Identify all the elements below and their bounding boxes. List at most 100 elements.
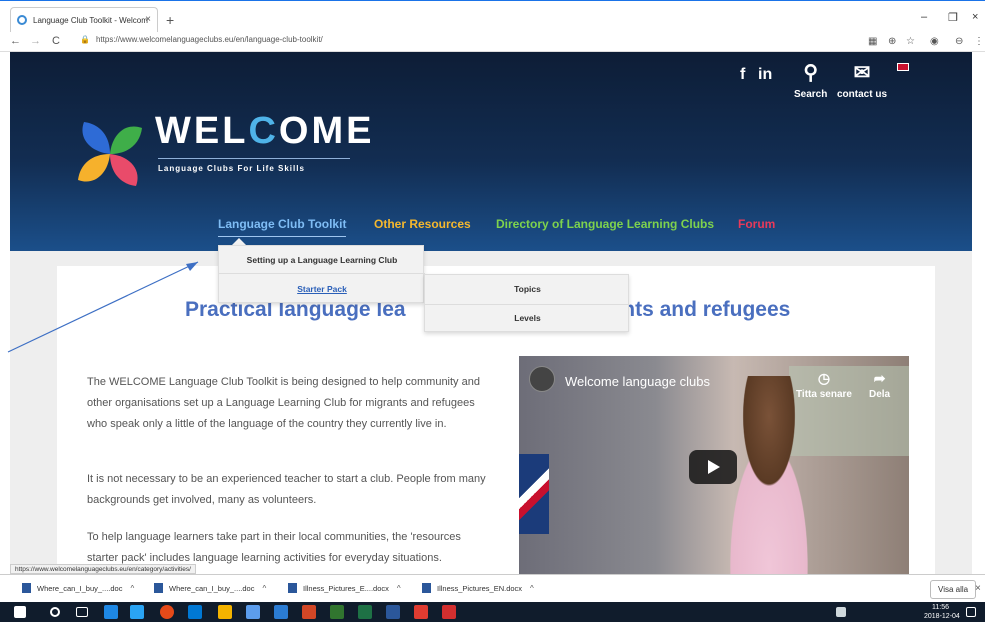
store-icon[interactable] — [246, 605, 260, 619]
browser-tab[interactable]: Language Club Toolkit - Welcom × — [10, 7, 158, 33]
word-doc-icon — [154, 583, 163, 593]
download-filename: Illness_Pictures_E....docx — [303, 583, 389, 593]
download-item[interactable]: Where_can_I_buy_....doc ^ — [22, 583, 134, 593]
nav-directory[interactable]: Directory of Language Learning Clubs — [496, 217, 714, 231]
powerpoint-icon[interactable] — [302, 605, 316, 619]
video-player[interactable]: Welcome language clubs ◷ Titta senare ➦ … — [519, 356, 909, 574]
taskbar-time[interactable]: 11:56 — [932, 604, 949, 611]
logo-wordmark-part: OME — [278, 110, 375, 152]
bookmark-star-icon[interactable]: ☆ — [906, 36, 915, 47]
menu-separator — [219, 273, 425, 274]
video-flag — [519, 454, 549, 534]
menu-icon[interactable]: ⋮ — [974, 36, 984, 47]
logo-wordmark: WELCOME — [155, 110, 374, 153]
downloads-close-icon[interactable]: × — [975, 583, 981, 594]
nav-forum[interactable]: Forum — [738, 217, 775, 231]
chrome-icon[interactable] — [160, 605, 174, 619]
logo-tagline: Language Clubs For Life Skills — [158, 164, 305, 173]
menu-item-setting-up[interactable]: Setting up a Language Learning Club — [219, 255, 425, 265]
edge-icon[interactable] — [104, 605, 118, 619]
linkedin-icon[interactable]: in — [758, 66, 772, 84]
acrobat-icon[interactable] — [442, 605, 456, 619]
task-view-icon[interactable] — [76, 607, 88, 617]
starter-pack-submenu: Topics Levels — [424, 274, 630, 332]
submenu-item-levels[interactable]: Levels — [425, 313, 630, 323]
submenu-item-topics[interactable]: Topics — [425, 284, 630, 294]
video-title[interactable]: Welcome language clubs — [565, 374, 710, 389]
search-icon[interactable] — [50, 607, 60, 617]
windows-start-icon[interactable] — [14, 606, 26, 618]
share-label: Dela — [869, 389, 891, 400]
reload-button[interactable]: C — [52, 35, 60, 47]
contact-button[interactable]: ✉ contact us — [837, 60, 887, 100]
show-all-button[interactable]: Visa alla — [930, 580, 977, 599]
nav-other-resources[interactable]: Other Resources — [374, 217, 471, 231]
chevron-up-icon[interactable]: ^ — [262, 584, 266, 593]
tab-close-icon[interactable]: × — [145, 14, 151, 25]
watch-later-button[interactable]: ◷ Titta senare — [796, 370, 852, 400]
word-doc-icon — [422, 583, 431, 593]
maximize-button[interactable]: ❐ — [948, 11, 958, 24]
minimize-button[interactable]: – — [921, 11, 927, 23]
clock-icon: ◷ — [817, 370, 831, 386]
pocket-icon[interactable] — [414, 605, 428, 619]
share-button[interactable]: ➦ Dela — [869, 370, 890, 400]
download-item[interactable]: Illness_Pictures_EN.docx ^ — [422, 583, 534, 593]
word-doc-icon — [288, 583, 297, 593]
excel-icon[interactable] — [358, 605, 372, 619]
url-field[interactable]: 🔒 https://www.welcomelanguageclubs.eu/en/… — [80, 35, 323, 44]
nav-active-underline — [218, 236, 346, 237]
address-bar: ← → C 🔒 https://www.welcomelanguageclubs.… — [0, 32, 985, 52]
dropdown-caret — [232, 238, 246, 245]
outlook-icon[interactable] — [188, 605, 202, 619]
windows-taskbar: 11:56 2018-12-04 — [0, 602, 985, 622]
nav-language-club-toolkit[interactable]: Language Club Toolkit — [218, 217, 346, 231]
forward-button[interactable]: → — [30, 35, 41, 47]
profile-icon[interactable]: ⊖ — [955, 36, 963, 47]
system-tray-icons[interactable] — [836, 607, 846, 617]
taskbar-date[interactable]: 2018-12-04 — [924, 613, 960, 620]
logo-divider — [158, 158, 350, 159]
project-icon[interactable] — [330, 605, 344, 619]
envelope-icon: ✉ — [853, 62, 871, 84]
logo-wordmark-part: WEL — [155, 110, 249, 152]
submenu-separator — [425, 304, 630, 305]
channel-avatar[interactable] — [529, 366, 555, 392]
file-explorer-icon[interactable] — [218, 605, 232, 619]
back-button[interactable]: ← — [10, 35, 21, 47]
menu-item-starter-pack[interactable]: Starter Pack — [219, 284, 425, 294]
facebook-icon[interactable]: f — [740, 66, 745, 84]
uk-flag-icon[interactable] — [897, 63, 909, 71]
search-icon: ⚲ — [803, 62, 818, 84]
download-item[interactable]: Where_can_I_buy_....doc ^ — [154, 583, 266, 593]
chevron-up-icon[interactable]: ^ — [130, 584, 134, 593]
teacher-paragraph: It is not necessary to be an experienced… — [87, 473, 486, 506]
onedrive-icon[interactable] — [274, 605, 288, 619]
status-url: https://www.welcomelanguageclubs.eu/en/c… — [10, 564, 196, 574]
translate-icon[interactable]: ▦ — [868, 36, 877, 47]
downloads-bar: Where_can_I_buy_....doc ^ Where_can_I_buy… — [0, 574, 985, 602]
site-favicon-icon — [17, 15, 27, 25]
share-arrow-icon: ➦ — [873, 370, 886, 386]
window-close-button[interactable]: × — [972, 11, 978, 23]
watch-later-label: Titta senare — [796, 389, 852, 400]
extension-icon[interactable]: ◉ — [930, 36, 939, 47]
chevron-up-icon[interactable]: ^ — [397, 584, 401, 593]
toolkit-dropdown: Setting up a Language Learning Club Star… — [218, 245, 425, 303]
url-text: https://www.welcomelanguageclubs.eu/en/l… — [95, 35, 323, 44]
new-tab-button[interactable]: + — [166, 12, 174, 28]
word-doc-icon — [22, 583, 31, 593]
welcome-logo-icon[interactable] — [70, 114, 150, 194]
lock-icon: 🔒 — [80, 35, 90, 44]
word-icon[interactable] — [386, 605, 400, 619]
notifications-icon[interactable] — [966, 607, 976, 617]
play-icon[interactable] — [689, 450, 737, 484]
download-item[interactable]: Illness_Pictures_E....docx ^ — [288, 583, 401, 593]
ie-icon[interactable] — [130, 605, 144, 619]
search-button[interactable]: ⚲ Search — [794, 60, 827, 100]
browser-tab-bar: Language Club Toolkit - Welcom × + – ❐ × — [0, 0, 985, 33]
starter-pack-paragraph: To help language learners take part in t… — [87, 531, 461, 564]
contact-label: contact us — [837, 89, 888, 100]
chevron-up-icon[interactable]: ^ — [530, 584, 534, 593]
zoom-icon[interactable]: ⊕ — [888, 36, 896, 47]
